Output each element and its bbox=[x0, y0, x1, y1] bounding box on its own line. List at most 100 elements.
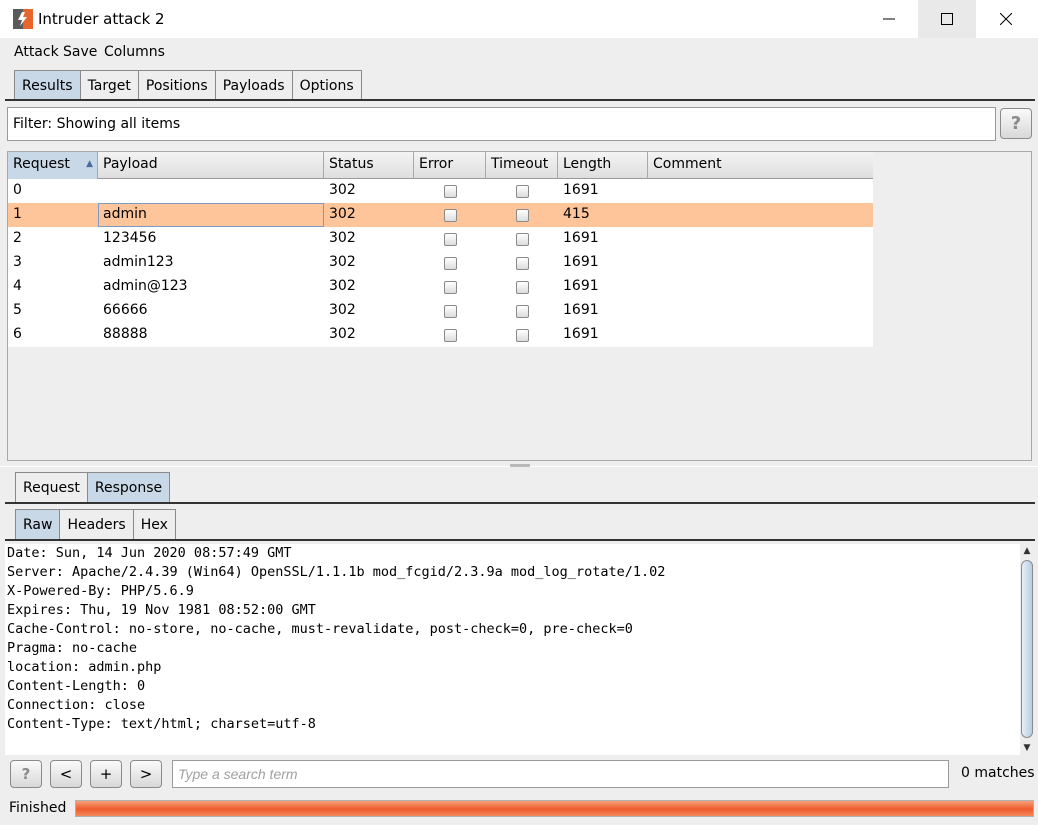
error-checkbox[interactable] bbox=[443, 208, 457, 222]
column-timeout[interactable]: Timeout bbox=[486, 152, 558, 179]
error-checkbox[interactable] bbox=[443, 304, 457, 318]
cell-payload bbox=[98, 179, 324, 203]
tab-hex[interactable]: Hex bbox=[132, 509, 176, 539]
response-line: Connection: close bbox=[7, 697, 146, 713]
table-row[interactable]: 5 66666 302 1691 bbox=[8, 299, 873, 323]
response-line: Server: Apache/2.4.39 (Win64) OpenSSL/1.… bbox=[7, 564, 666, 580]
menu-columns[interactable]: Columns bbox=[104, 44, 165, 60]
cell-comment bbox=[648, 323, 873, 347]
scroll-down-icon[interactable]: ▼ bbox=[1020, 741, 1034, 755]
response-line: Date: Sun, 14 Jun 2020 08:57:49 GMT bbox=[7, 545, 292, 561]
minimize-button[interactable] bbox=[860, 0, 918, 38]
column-length[interactable]: Length bbox=[558, 152, 648, 179]
cell-error bbox=[414, 323, 486, 347]
results-table: Request ▲ Payload Status Error Timeout L… bbox=[7, 151, 1032, 461]
table-row[interactable]: 2 123456 302 1691 bbox=[8, 227, 873, 251]
tab-headers[interactable]: Headers bbox=[59, 509, 134, 539]
search-add-button[interactable]: + bbox=[90, 760, 122, 788]
search-previous-button[interactable]: < bbox=[50, 760, 82, 788]
view-tabs: Raw Headers Hex bbox=[15, 509, 176, 539]
menu-save[interactable]: Save bbox=[63, 44, 97, 60]
close-icon bbox=[1000, 13, 1012, 25]
timeout-checkbox[interactable] bbox=[515, 208, 529, 222]
table-row[interactable]: 6 88888 302 1691 bbox=[8, 323, 873, 347]
cell-status: 302 bbox=[329, 182, 356, 198]
title-bar: Intruder attack 2 bbox=[0, 0, 1038, 38]
search-help-button[interactable]: ? bbox=[10, 760, 42, 788]
table-row-selected[interactable]: 1 admin 302 415 bbox=[8, 203, 873, 227]
column-payload[interactable]: Payload bbox=[98, 152, 324, 179]
cell-status: 302 bbox=[329, 278, 356, 294]
column-request-label: Request bbox=[13, 156, 70, 172]
filter-help-button[interactable]: ? bbox=[1000, 108, 1032, 139]
detail-tabs: Request Response bbox=[15, 472, 171, 502]
column-comment[interactable]: Comment bbox=[648, 152, 873, 179]
response-scrollbar[interactable]: ▲ ▼ bbox=[1020, 544, 1034, 755]
tab-response[interactable]: Response bbox=[86, 472, 171, 502]
cell-timeout bbox=[486, 179, 558, 203]
cell-payload: 66666 bbox=[103, 302, 148, 318]
timeout-checkbox[interactable] bbox=[515, 256, 529, 270]
tab-request[interactable]: Request bbox=[15, 472, 88, 502]
attack-status: Finished bbox=[9, 800, 67, 816]
table-row[interactable]: 0 302 1691 bbox=[8, 179, 873, 203]
table-row[interactable]: 3 admin123 302 1691 bbox=[8, 251, 873, 275]
scroll-thumb[interactable] bbox=[1021, 560, 1033, 738]
maximize-button[interactable] bbox=[918, 0, 976, 38]
column-request[interactable]: Request ▲ bbox=[8, 152, 98, 179]
column-status[interactable]: Status bbox=[324, 152, 414, 179]
timeout-checkbox[interactable] bbox=[515, 304, 529, 318]
cell-error bbox=[414, 203, 486, 227]
timeout-checkbox[interactable] bbox=[515, 328, 529, 342]
main-tabs-divider bbox=[5, 99, 1035, 101]
timeout-checkbox[interactable] bbox=[515, 280, 529, 294]
response-line: Expires: Thu, 19 Nov 1981 08:52:00 GMT bbox=[7, 602, 316, 618]
error-checkbox[interactable] bbox=[443, 328, 457, 342]
cell-error bbox=[414, 299, 486, 323]
cell-length: 1691 bbox=[563, 302, 599, 318]
cell-length: 1691 bbox=[563, 230, 599, 246]
error-checkbox[interactable] bbox=[443, 280, 457, 294]
error-checkbox[interactable] bbox=[443, 256, 457, 270]
response-text-pane[interactable]: Date: Sun, 14 Jun 2020 08:57:49 GMT Serve… bbox=[5, 544, 1020, 755]
filter-bar[interactable]: Filter: Showing all items bbox=[7, 107, 996, 141]
error-checkbox[interactable] bbox=[443, 232, 457, 246]
error-checkbox[interactable] bbox=[443, 184, 457, 198]
attack-progress-bar bbox=[75, 800, 1034, 817]
cell-comment bbox=[648, 275, 873, 299]
scroll-up-icon[interactable]: ▲ bbox=[1020, 544, 1034, 558]
burp-app-icon bbox=[13, 9, 33, 29]
menu-attack[interactable]: Attack bbox=[14, 44, 59, 60]
cell-payload: 123456 bbox=[103, 230, 157, 246]
minimize-icon bbox=[883, 18, 895, 20]
cell-request: 3 bbox=[13, 254, 22, 270]
cell-comment bbox=[648, 299, 873, 323]
column-error[interactable]: Error bbox=[414, 152, 486, 179]
cell-request: 2 bbox=[13, 230, 22, 246]
tab-results[interactable]: Results bbox=[14, 70, 81, 100]
timeout-checkbox[interactable] bbox=[515, 184, 529, 198]
cell-status: 302 bbox=[329, 302, 356, 318]
tab-positions[interactable]: Positions bbox=[137, 70, 216, 100]
table-body: 0 302 1691 1 admin 302 415 2 123456 302 … bbox=[8, 179, 873, 347]
main-tabs: Results Target Positions Payloads Option… bbox=[14, 70, 362, 100]
cell-status: 302 bbox=[329, 326, 356, 342]
cell-timeout bbox=[486, 299, 558, 323]
table-row[interactable]: 4 admin@123 302 1691 bbox=[8, 275, 873, 299]
cell-status: 302 bbox=[329, 230, 356, 246]
cell-request: 6 bbox=[13, 326, 22, 342]
tab-target[interactable]: Target bbox=[79, 70, 139, 100]
timeout-checkbox[interactable] bbox=[515, 232, 529, 246]
cell-request: 1 bbox=[13, 206, 22, 222]
close-button[interactable] bbox=[977, 0, 1035, 38]
cell-status: 302 bbox=[329, 206, 356, 222]
tab-raw[interactable]: Raw bbox=[15, 509, 61, 539]
cell-payload: admin123 bbox=[103, 254, 174, 270]
cell-timeout bbox=[486, 203, 558, 227]
search-next-button[interactable]: > bbox=[130, 760, 162, 788]
cell-error bbox=[414, 275, 486, 299]
search-input[interactable] bbox=[172, 760, 949, 788]
tab-options[interactable]: Options bbox=[291, 70, 362, 100]
table-header: Request ▲ Payload Status Error Timeout L… bbox=[8, 152, 873, 179]
tab-payloads[interactable]: Payloads bbox=[214, 70, 293, 100]
